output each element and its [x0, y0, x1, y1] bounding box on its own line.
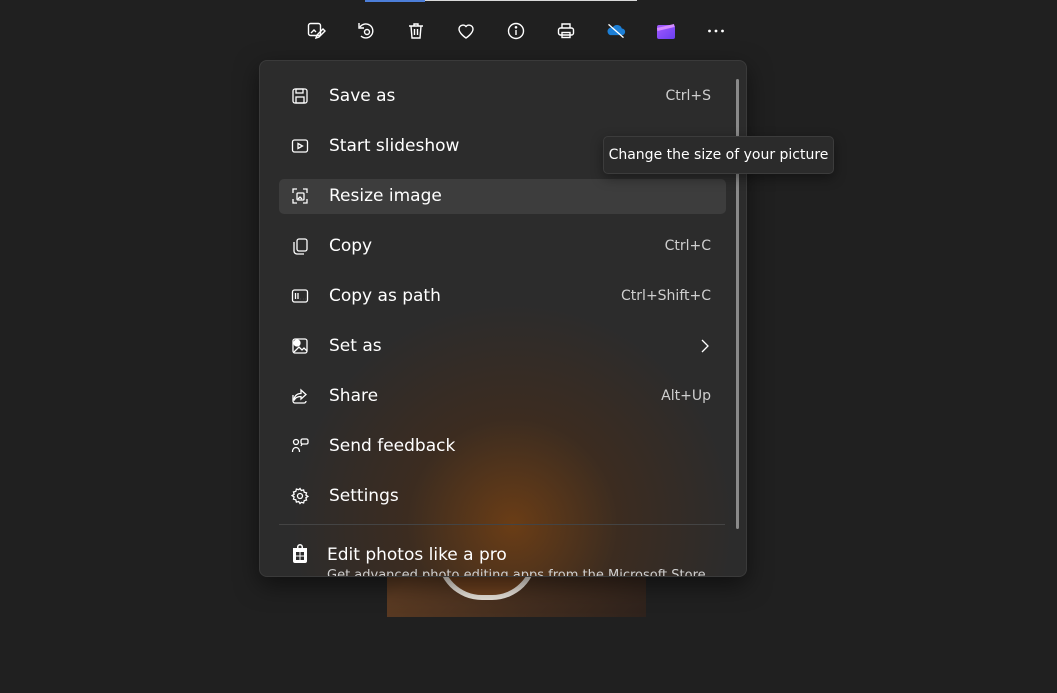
menu-item-edit-photos-promo[interactable]: Edit photos like a pro Get advanced phot…	[279, 536, 726, 577]
settings-icon	[291, 487, 309, 505]
rotate-icon	[358, 23, 374, 39]
menu-item-resize-image[interactable]: Resize image	[279, 179, 726, 214]
top-accent-bar	[365, 0, 425, 2]
menu-item-shortcut: Ctrl+Shift+C	[621, 288, 711, 304]
menu-item-label: Share	[329, 386, 379, 406]
more-options-icon	[708, 29, 724, 33]
clipchamp-button[interactable]	[650, 15, 682, 47]
edit-image-button[interactable]	[300, 15, 332, 47]
promo-title: Edit photos like a pro	[327, 545, 507, 565]
more-options-button[interactable]	[700, 15, 732, 47]
slideshow-icon	[291, 137, 309, 155]
menu-separator	[279, 524, 725, 525]
menu-item-label: Resize image	[329, 186, 442, 206]
menu-item-shortcut: Ctrl+S	[665, 88, 711, 104]
menu-item-shortcut: Ctrl+C	[664, 238, 711, 254]
feedback-icon	[291, 437, 309, 455]
menu-item-set-as[interactable]: Set as	[279, 329, 726, 364]
menu-item-send-feedback[interactable]: Send feedback	[279, 429, 726, 464]
onedrive-button[interactable]	[600, 15, 632, 47]
print-icon	[557, 23, 575, 39]
delete-icon	[409, 23, 423, 39]
menu-item-share[interactable]: Share Alt+Up	[279, 379, 726, 414]
menu-item-label: Settings	[329, 486, 399, 506]
menu-item-label: Save as	[329, 86, 396, 106]
info-icon	[507, 22, 525, 40]
menu-item-label: Set as	[329, 336, 382, 356]
menu-item-label: Start slideshow	[329, 136, 460, 156]
set-as-icon	[291, 337, 309, 355]
save-icon	[291, 87, 309, 105]
edit-image-icon	[307, 22, 326, 40]
menu-item-copy[interactable]: Copy Ctrl+C	[279, 229, 726, 264]
menu-item-label: Copy	[329, 236, 373, 256]
chevron-right-icon	[701, 339, 709, 353]
resize-tooltip: Change the size of your picture	[603, 136, 834, 174]
promo-subtitle: Get advanced photo editing apps from the…	[327, 568, 706, 577]
onedrive-off-icon	[607, 23, 626, 39]
info-button[interactable]	[500, 15, 532, 47]
copy-icon	[291, 237, 309, 255]
menu-item-settings[interactable]: Settings	[279, 479, 726, 514]
menu-item-save-as[interactable]: Save as Ctrl+S	[279, 79, 726, 114]
copy-path-icon	[291, 287, 309, 305]
menu-item-label: Send feedback	[329, 436, 456, 456]
favorite-heart-icon	[458, 24, 474, 39]
menu-item-copy-as-path[interactable]: Copy as path Ctrl+Shift+C	[279, 279, 726, 314]
menu-item-label: Copy as path	[329, 286, 441, 306]
clipchamp-icon	[657, 24, 675, 39]
menu-item-shortcut: Alt+Up	[661, 388, 711, 404]
resize-icon	[291, 187, 309, 205]
store-icon	[290, 544, 310, 564]
share-icon	[291, 387, 309, 405]
favorite-button[interactable]	[450, 15, 482, 47]
top-divider-line	[425, 0, 637, 1]
print-button[interactable]	[550, 15, 582, 47]
rotate-button[interactable]	[350, 15, 382, 47]
delete-button[interactable]	[400, 15, 432, 47]
